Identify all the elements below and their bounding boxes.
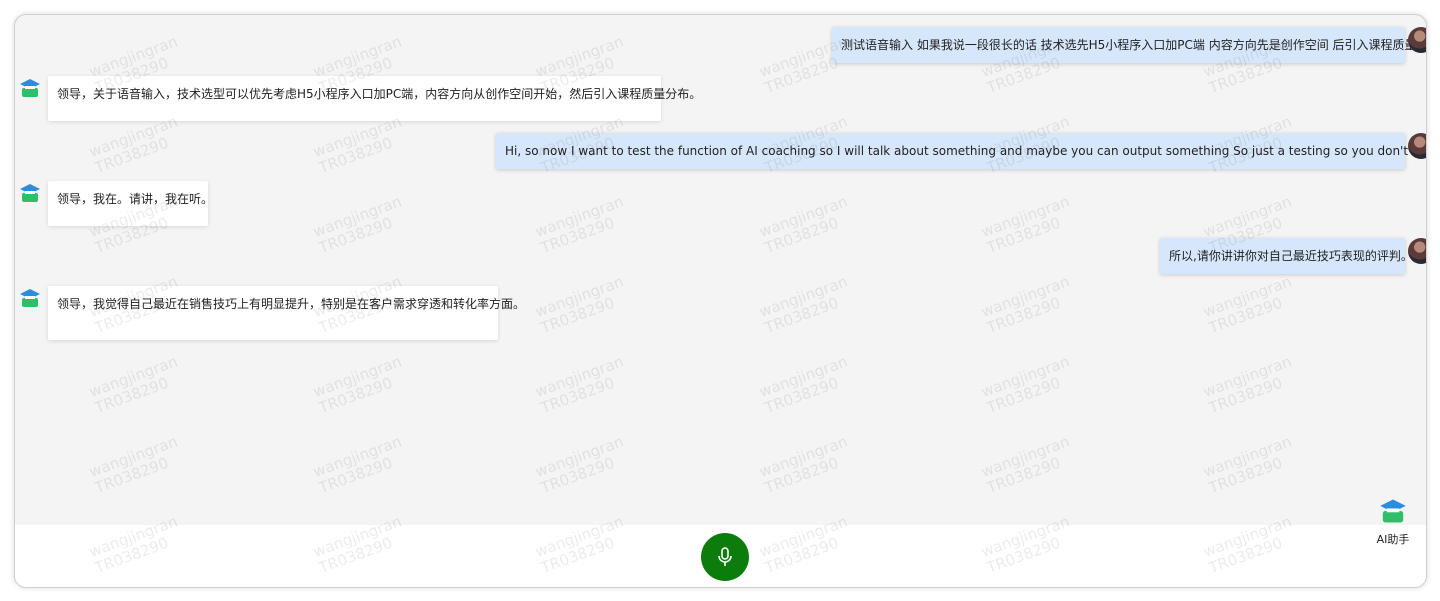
watermark-text: wangjingranTR038290 bbox=[86, 432, 180, 497]
graduation-cap-icon bbox=[20, 184, 40, 202]
message-text: 领导，关于语音输入，技术选型可以优先考虑H5小程序入口加PC端，内容方向从创作空… bbox=[57, 87, 702, 101]
watermark-text: wangjingranTR038290 bbox=[310, 192, 404, 257]
watermark-text: wangjingranTR038290 bbox=[1200, 432, 1294, 497]
graduation-cap-icon bbox=[20, 289, 40, 307]
user-message-bubble: 所以,请你讲讲你对自己最近技巧表现的评判。 bbox=[1160, 238, 1413, 274]
graduation-cap-icon bbox=[1380, 499, 1406, 523]
ai-assistant-label: AI助手 bbox=[1376, 533, 1410, 546]
watermark-text: wangjingranTR038290 bbox=[310, 112, 404, 177]
watermark-text: wangjingranTR038290 bbox=[310, 432, 404, 497]
user-message-bubble: 测试语音输入 如果我说一段很长的话 技术选先H5小程序入口加PC端 内容方向先是… bbox=[832, 27, 1426, 63]
watermark-text: wangjingranTR038290 bbox=[310, 352, 404, 417]
watermark-text: wangjingranTR038290 bbox=[1200, 352, 1294, 417]
watermark-text: wangjingranTR038290 bbox=[532, 272, 626, 337]
watermark-text: wangjingranTR038290 bbox=[978, 432, 1072, 497]
microphone-icon bbox=[718, 547, 732, 566]
watermark-text: wangjingranTR038290 bbox=[532, 352, 626, 417]
watermark-text: wangjingranTR038290 bbox=[756, 272, 850, 337]
watermark-text: wangjingranTR038290 bbox=[532, 432, 626, 497]
user-avatar[interactable] bbox=[1408, 133, 1426, 159]
ai-message-bubble: 领导，我觉得自己最近在销售技巧上有明显提升，特别是在客户需求穿透和转化率方面。 bbox=[48, 286, 525, 340]
watermark-text: wangjingranTR038290 bbox=[532, 192, 626, 257]
user-avatar[interactable] bbox=[1408, 238, 1426, 264]
message-text: 领导，我觉得自己最近在销售技巧上有明显提升，特别是在客户需求穿透和转化率方面。 bbox=[57, 297, 526, 311]
microphone-button[interactable] bbox=[701, 533, 749, 581]
ai-assistant-button[interactable]: AI助手 bbox=[1371, 497, 1415, 547]
chat-window: wangjingranTR038290 wangjingranTR038290 wa… bbox=[14, 14, 1427, 588]
user-avatar[interactable] bbox=[1408, 27, 1426, 53]
watermark-text: wangjingranTR038290 bbox=[978, 192, 1072, 257]
ai-message-bubble: 领导，我在。请讲，我在听。 bbox=[48, 181, 213, 226]
watermark-text: wangjingranTR038290 bbox=[756, 192, 850, 257]
watermark-text: wangjingranTR038290 bbox=[1200, 272, 1294, 337]
watermark-text: wangjingranTR038290 bbox=[86, 112, 180, 177]
watermark-text: wangjingranTR038290 bbox=[756, 432, 850, 497]
watermark-text: wangjingranTR038290 bbox=[86, 352, 180, 417]
message-text: 测试语音输入 如果我说一段很长的话 技术选先H5小程序入口加PC端 内容方向先是… bbox=[841, 38, 1427, 52]
watermark-text: wangjingranTR038290 bbox=[978, 352, 1072, 417]
message-text: 领导，我在。请讲，我在听。 bbox=[57, 192, 214, 206]
message-text: Hi, so now I want to test the function o… bbox=[505, 144, 1426, 158]
graduation-cap-icon bbox=[20, 79, 40, 97]
message-text: 所以,请你讲讲你对自己最近技巧表现的评判。 bbox=[1169, 249, 1413, 263]
watermark-text: wangjingranTR038290 bbox=[978, 272, 1072, 337]
ai-message-bubble: 领导，关于语音输入，技术选型可以优先考虑H5小程序入口加PC端，内容方向从创作空… bbox=[48, 76, 701, 121]
user-message-bubble: Hi, so now I want to test the function o… bbox=[496, 133, 1426, 169]
watermark-text: wangjingranTR038290 bbox=[756, 352, 850, 417]
